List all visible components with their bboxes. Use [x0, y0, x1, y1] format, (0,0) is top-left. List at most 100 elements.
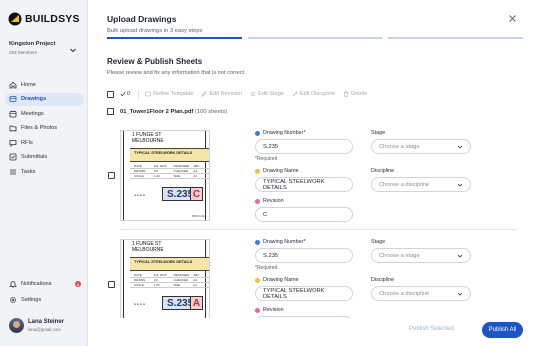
nav-label: Settings — [21, 296, 42, 303]
modal-subtitle: Bulk upload drawings in 3 easy steps — [107, 28, 203, 34]
close-icon[interactable] — [508, 14, 517, 23]
user-profile[interactable]: Lana Steiner lana@gmail.com — [9, 318, 64, 333]
stage-field: Stage Choose a stage — [371, 130, 471, 154]
yellow-dot-icon — [255, 277, 260, 283]
edit-revision-button[interactable]: Edit Revision — [201, 91, 242, 97]
edit-stage-label: Edit Stage — [258, 91, 284, 97]
file-sheet-count: (100 sheets) — [194, 108, 228, 115]
thumb-brand: BROGUE — [192, 214, 206, 218]
chevron-down-icon — [457, 145, 463, 149]
nav-item-settings[interactable]: Settings — [5, 293, 84, 307]
thumb-cell: AA — [193, 169, 198, 173]
thumb-cell: SIZE — [173, 174, 181, 178]
discipline-placeholder: Choose a discipline — [379, 290, 430, 297]
drawing-name-input[interactable]: TYPICAL STEELWORK DETAILS — [255, 286, 353, 301]
thumb-cell: DRAWN — [134, 169, 146, 173]
project-switcher[interactable]: Kingston Project 254 Members — [5, 38, 80, 62]
nav-item-rfis[interactable]: RFIs — [5, 136, 84, 149]
avatar — [9, 318, 24, 333]
sheet-row: 1 FUNGE ST MELBOURNE TYPICAL STEELWORK D… — [107, 125, 517, 230]
drawing-name-input[interactable]: TYPICAL STEELWORK DETAILS — [255, 177, 353, 192]
stage-select[interactable]: Choose a stage — [371, 139, 471, 154]
section-title: Review & Publish Sheets — [107, 57, 203, 66]
thumb-cell: A1 — [193, 283, 197, 287]
select-all-checkbox[interactable] — [107, 90, 114, 98]
blue-dot-icon — [255, 130, 260, 136]
nav-item-home[interactable]: Home — [5, 78, 84, 91]
delete-button[interactable]: Delete — [343, 91, 367, 97]
thumb-cell: CHECKED — [173, 169, 189, 173]
meetings-icon — [9, 110, 17, 117]
revision-label-text: Revision — [263, 307, 284, 313]
nav-item-meetings[interactable]: Meetings — [5, 107, 84, 120]
drawing-number-input[interactable]: S.235 — [255, 139, 353, 154]
step-2-indicator — [247, 37, 383, 39]
sheet-thumbnail[interactable]: 1 FUNGE ST MELBOURNE TYPICAL STEELWORK D… — [120, 239, 210, 325]
edit-stage-button[interactable]: Edit Stage — [250, 91, 284, 97]
upload-drawings-panel: Upload Drawings Bulk upload drawings in … — [88, 0, 533, 346]
revision-input[interactable]: C — [255, 207, 353, 222]
nav-item-notifications[interactable]: Notifications 2 — [5, 277, 84, 291]
drawing-number-input[interactable]: S.235 — [255, 248, 353, 263]
thumb-cell: JUL 2016 — [153, 164, 167, 168]
thumb-cell: DESIGNED — [173, 273, 190, 277]
refine-template-button[interactable]: Refine Template — [145, 91, 193, 97]
app-logo[interactable]: BUILDSYS — [8, 12, 80, 26]
discipline-select[interactable]: Choose a discipline — [371, 286, 471, 301]
discipline-field: Discipline Choose a discipline — [371, 168, 471, 192]
discipline-label: Discipline — [371, 168, 395, 174]
bulk-toolbar: 0 Refine Template Edit Revision Edit Sta… — [107, 88, 517, 100]
nav-item-files-photos[interactable]: Files & Photos — [5, 122, 84, 135]
discipline-select[interactable]: Choose a discipline — [371, 177, 471, 192]
drawing-name-label: Drawing Name — [255, 277, 353, 283]
drawing-name-label-text: Drawing Name — [263, 168, 299, 174]
nav-label: Submittals — [21, 154, 48, 160]
thumb-cell: ABC — [193, 164, 200, 168]
edit-discipline-icon — [292, 91, 298, 97]
required-hint: *Required — [255, 156, 278, 162]
thumb-address-line2: MELBOURNE — [132, 138, 164, 144]
thumb-cell: SIZE — [173, 283, 181, 287]
sheet-row: 1 FUNGE ST MELBOURNE TYPICAL STEELWORK D… — [107, 234, 517, 325]
publish-selected-button[interactable]: Publish Selected — [409, 326, 454, 332]
template-icon — [145, 91, 151, 97]
sheet-checkbox[interactable] — [108, 281, 115, 288]
nav-item-tasks[interactable]: Tasks — [5, 165, 84, 178]
chevron-down-icon — [457, 183, 463, 187]
modal-title: Upload Drawings — [107, 14, 177, 24]
nav-label: Meetings — [21, 110, 44, 117]
nav-label: Home — [21, 81, 36, 88]
user-name: Lana Steiner — [28, 319, 65, 325]
file-group-header: 01_Tower1Floor 2 Plan.pdf (100 sheets) — [107, 108, 227, 115]
thumb-info-grid: DATE JUL 2016 DESIGNED ABC DRAWN CC CHECKED AA… — [130, 273, 209, 288]
stage-placeholder: Choose a stage — [379, 143, 420, 150]
chevron-down-icon — [457, 254, 463, 258]
file-group-checkbox[interactable] — [107, 108, 114, 115]
stage-label: Stage — [371, 239, 386, 245]
nav-item-drawings[interactable]: Drawings — [5, 92, 84, 106]
drawing-number-field: Drawing Number* S.235 *Required — [255, 239, 353, 271]
file-name: 01_Tower1Floor 2 Plan.pdf — [120, 108, 194, 115]
sheet-thumbnail[interactable]: 1 FUNGE ST MELBOURNE TYPICAL STEELWORK D… — [120, 130, 210, 221]
thumb-cell: DATE — [134, 164, 142, 168]
files-icon — [9, 125, 17, 132]
nav-label: Drawings — [21, 96, 47, 102]
yellow-dot-icon — [255, 168, 260, 174]
pink-dot-icon — [255, 198, 260, 204]
edit-discipline-button[interactable]: Edit Discipline — [292, 91, 335, 97]
section-subtitle: Please review and fix any information th… — [107, 70, 246, 76]
stage-select[interactable]: Choose a stage — [371, 248, 471, 263]
revision-label: Revision — [255, 198, 353, 204]
publish-all-button[interactable]: Publish All — [482, 322, 523, 338]
required-hint: *Required — [255, 265, 278, 271]
revision-label: Revision — [255, 307, 353, 313]
sheet-checkbox[interactable] — [108, 172, 115, 179]
drawing-number-label-text: Drawing Number* — [263, 239, 306, 245]
nav-item-submittals[interactable]: Submittals — [5, 151, 84, 164]
thumb-grid-row: SCALE 1:20 SIZE A1 — [130, 174, 209, 179]
thumb-cell: DESIGNED — [173, 164, 190, 168]
thumb-cell: A1 — [193, 174, 197, 178]
bell-icon — [9, 281, 17, 288]
submittals-icon — [9, 153, 17, 161]
thumb-cell: AA — [193, 278, 198, 282]
